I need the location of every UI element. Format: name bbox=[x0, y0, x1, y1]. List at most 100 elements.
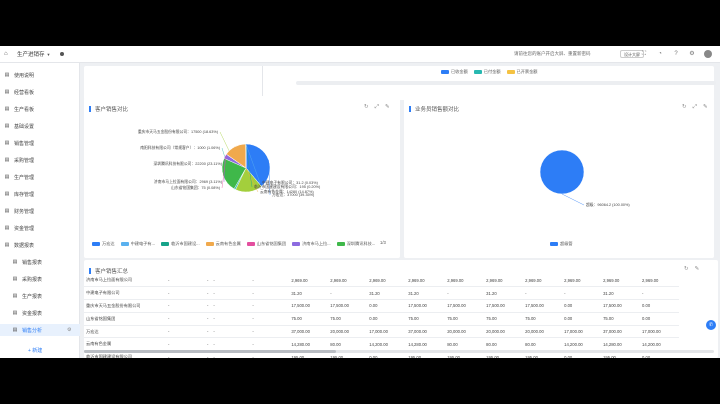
value-cell: 75.00 bbox=[328, 312, 368, 326]
customer-summary-table: 济南市马上拉面有限公司 - - - -2,969.00 2,969.00 2,969.00 2… bbox=[84, 274, 718, 358]
sidebar: + 新建 ▤ 使用说明 ▤ 经营看板 ▤ 生产看板 ▤ 基础设置 ▤ 销售管理 ▤ 采购管理 ▤ 生产管理… bbox=[0, 63, 80, 358]
cart-icon: ▤ bbox=[4, 157, 10, 163]
value-cell: 2,969.00 bbox=[484, 274, 524, 288]
sidebar-item-2[interactable]: ▤ 生产看板 bbox=[0, 103, 80, 115]
sidebar-item-10[interactable]: ▤ 数据报表 bbox=[0, 239, 80, 251]
edit-icon[interactable]: ✎ bbox=[703, 104, 708, 111]
value-cell: 0.00 bbox=[367, 312, 407, 326]
value-cell: 80.00 bbox=[523, 337, 563, 352]
sidebar-item-0[interactable]: ▤ 使用说明 bbox=[0, 69, 80, 81]
legend-item[interactable]: 中建电子有... bbox=[120, 241, 156, 247]
add-menu-button[interactable]: + 新建 bbox=[28, 347, 42, 354]
value-cell: - bbox=[166, 312, 205, 326]
pie-slice-label: 山东省铭国集团：75 (0.08%) bbox=[171, 185, 221, 190]
legend-item[interactable]: 万宏达 bbox=[92, 241, 115, 247]
gear-icon[interactable]: ⚙ bbox=[67, 327, 71, 333]
pie-slice-label: 超级：96064.2 (100.00%) bbox=[586, 202, 630, 207]
customer-sales-pie-chart[interactable]: 万宏达：37000 (39.35%)重庆市天马五金股份有限公司：17500 (1… bbox=[84, 112, 400, 242]
sidebar-item-5[interactable]: ▤ 采购管理 bbox=[0, 154, 80, 166]
table-row[interactable]: 中建电子有限公司 - - - -31.20-31.20 31.20-31.20- -31.2… bbox=[84, 286, 718, 301]
card-top-partial: 已收金额 已付金额 已开票金额 bbox=[84, 66, 716, 100]
value-cell: 14,200.00 bbox=[640, 337, 680, 352]
value-cell: 0.00 bbox=[367, 299, 407, 313]
table-row[interactable]: 济南市马上拉面有限公司 - - - -2,969.00 2,969.00 2,969.00 2… bbox=[84, 274, 718, 288]
legend-pager[interactable]: 1/3 bbox=[380, 240, 386, 245]
expand-icon[interactable]: ⛶ bbox=[640, 50, 648, 58]
sidebar-item-9[interactable]: ▤ 资金管理 bbox=[0, 222, 80, 234]
sidebar-item-3[interactable]: ▤ 基础设置 bbox=[0, 120, 80, 132]
legend-swatch bbox=[473, 69, 482, 74]
value-cell: 2,969.00 bbox=[367, 274, 407, 288]
customer-summary-table-wrap[interactable]: 济南市马上拉面有限公司 - - - -2,969.00 2,969.00 2,969.00 2… bbox=[84, 274, 718, 358]
sidebar-item-8[interactable]: ▤ 财务管理 bbox=[0, 205, 80, 217]
salesperson-sales-pie-chart[interactable]: 超级：96064.2 (100.00%) bbox=[404, 112, 714, 242]
home-icon[interactable]: ⌂ bbox=[4, 51, 11, 58]
legend-swatch bbox=[92, 241, 100, 246]
legend-item[interactable]: 济南市马上拉... bbox=[292, 241, 331, 247]
value-cell: 20,000.00 bbox=[328, 325, 368, 339]
value-cell: 17,500.00 bbox=[523, 299, 563, 313]
horizontal-scrollbar[interactable] bbox=[84, 350, 714, 353]
floating-help-button[interactable]: ✆ bbox=[706, 320, 716, 330]
settings-icon[interactable]: ⚙ bbox=[688, 50, 696, 58]
sidebar-item-6[interactable]: ▤ 生产管理 bbox=[0, 171, 80, 183]
refresh-icon[interactable]: ↻ bbox=[684, 266, 689, 272]
value-cell: - bbox=[166, 325, 205, 339]
pie-slice-label: 云南有色金属：14280 (14.87%) bbox=[260, 189, 314, 194]
refresh-icon[interactable]: ↻ bbox=[364, 104, 369, 111]
system-selector[interactable]: 生产进销存 bbox=[17, 50, 45, 58]
legend-item[interactable]: 已开票金额 bbox=[506, 69, 537, 75]
legend-item[interactable]: 山东省铭国集团 bbox=[246, 241, 286, 247]
value-cell: 17,500.00 bbox=[406, 299, 446, 313]
value-cell: 31.20 bbox=[601, 286, 641, 301]
help-icon[interactable]: ? bbox=[672, 50, 680, 58]
pie-slice-0[interactable] bbox=[539, 149, 585, 195]
legend-item[interactable]: 已收金额 bbox=[441, 69, 468, 75]
sidebar-item-14[interactable]: ▤ 资金报表 bbox=[0, 307, 80, 319]
avatar[interactable] bbox=[704, 50, 712, 58]
sidebar-item-label: 经营看板 bbox=[14, 89, 35, 96]
doc-icon: ▤ bbox=[12, 259, 18, 265]
value-cell: - bbox=[166, 337, 205, 352]
sidebar-item-4[interactable]: ▤ 销售管理 bbox=[0, 137, 80, 149]
value-cell: - bbox=[211, 299, 251, 313]
value-cell: - bbox=[640, 286, 680, 301]
bell-icon[interactable]: ◔ bbox=[656, 50, 664, 58]
value-cell: 75.00 bbox=[484, 312, 524, 326]
scrollbar-thumb[interactable] bbox=[84, 350, 336, 353]
value-cell: 80.00 bbox=[445, 337, 485, 352]
legend-label: 中建电子有... bbox=[130, 241, 156, 246]
sidebar-item-1[interactable]: ▤ 经营看板 bbox=[0, 86, 80, 98]
chart-zoom-slider[interactable] bbox=[296, 81, 716, 85]
value-cell: - bbox=[250, 325, 290, 339]
refresh-icon[interactable]: ↻ bbox=[682, 104, 687, 111]
legend-item[interactable]: 云南有色金属 bbox=[205, 241, 241, 247]
refresh-icon[interactable] bbox=[60, 52, 65, 56]
sidebar-item-11[interactable]: ▤ 销售报表 bbox=[0, 256, 80, 268]
sidebar-item-15[interactable]: ▤ 销售分析 ⚙ bbox=[0, 324, 80, 336]
legend-item[interactable]: 深圳腾讯科技... bbox=[336, 241, 375, 247]
sidebar-item-7[interactable]: ▤ 库存管理 bbox=[0, 188, 80, 200]
legend-item[interactable]: 临沂市国建设... bbox=[161, 241, 200, 247]
table-row[interactable]: 云南有色金属 - - - -14,280.00 80.00 14,200.00 14,280.… bbox=[84, 337, 718, 352]
chevron-down-icon[interactable]: ▼ bbox=[47, 52, 51, 57]
notice-text[interactable]: 请前往您的账户开启大屏、重置新密码 bbox=[514, 51, 591, 57]
value-cell: - bbox=[250, 312, 290, 326]
fullscreen-icon[interactable]: ⤢ bbox=[375, 104, 379, 111]
edit-icon[interactable]: ✎ bbox=[385, 104, 390, 111]
sidebar-item-12[interactable]: ▤ 采购报表 bbox=[0, 273, 80, 285]
legend-item[interactable]: 已付金额 bbox=[473, 69, 501, 75]
table-row[interactable]: 山东省铭国集团 - - - -75.00 75.00 0.00 75.00 75.00 75.00… bbox=[84, 312, 718, 326]
legend-swatch bbox=[292, 241, 301, 246]
edit-icon[interactable]: ✎ bbox=[695, 266, 700, 272]
value-cell: 80.00 bbox=[484, 337, 524, 352]
table-row[interactable]: 万宏达 - - - -37,000.00 20,000.00 17,000.00 37,000… bbox=[84, 325, 718, 339]
box-icon: ▤ bbox=[4, 191, 10, 197]
fullscreen-icon[interactable]: ⤢ bbox=[693, 104, 697, 111]
value-cell: 17,500.00 bbox=[601, 299, 641, 313]
sidebar-item-13[interactable]: ▤ 生产报表 bbox=[0, 290, 80, 302]
table-row[interactable]: 重庆市天马五金股份有限公司 - - - -17,500.00 17,500.00 0.00 1… bbox=[84, 299, 718, 313]
doc-icon: ▤ bbox=[12, 293, 18, 299]
legend-item[interactable]: 超级管 bbox=[550, 241, 573, 247]
sidebar-item-label: 采购管理 bbox=[14, 157, 35, 164]
